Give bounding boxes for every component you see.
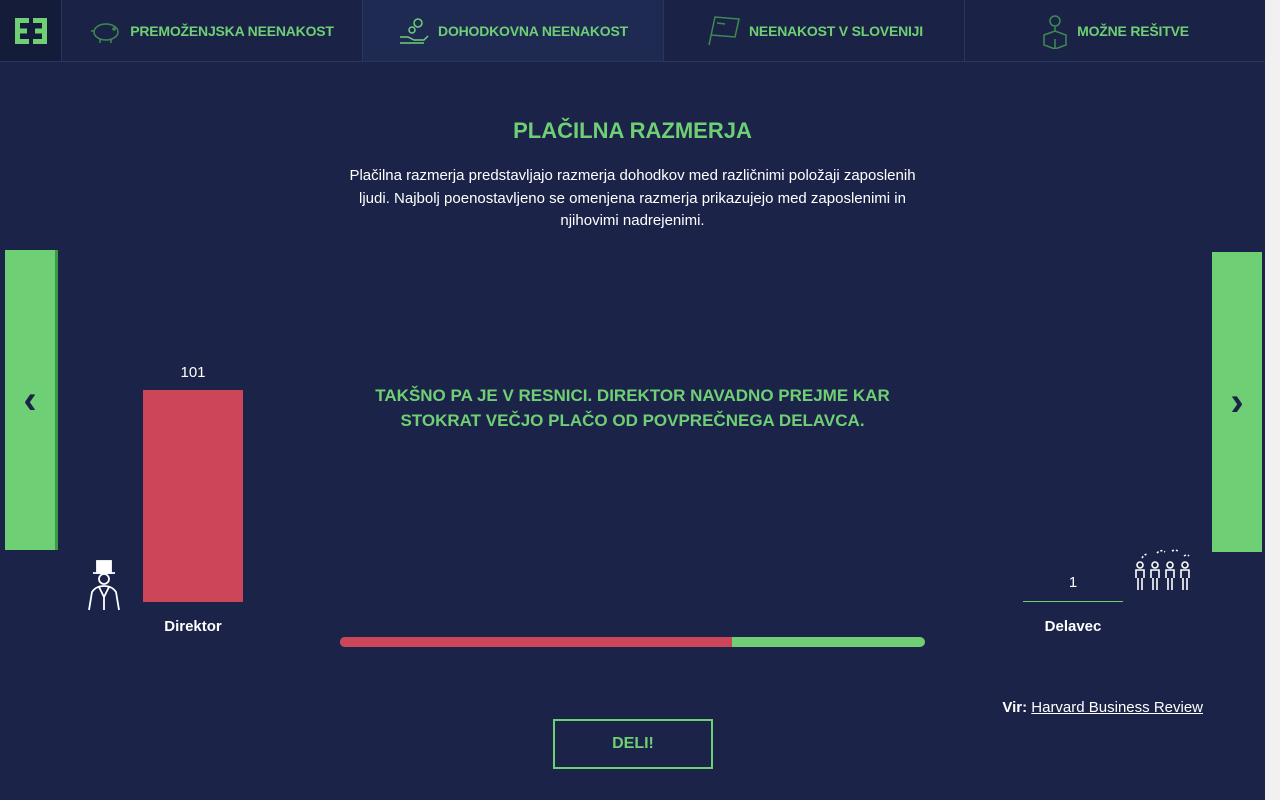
lightbulb-box-icon	[1043, 14, 1067, 49]
scrollbar[interactable]	[1265, 0, 1280, 800]
tab-label: Premoženjska neenakost	[130, 22, 334, 39]
flag-icon	[708, 15, 740, 45]
top-navigation: Premoženjska neenakost Dohodkovna neenak…	[0, 0, 1265, 62]
intro-text: Plačilna razmerja predstavljajo razmerja…	[349, 167, 916, 229]
share-button[interactable]: DELI!	[553, 719, 713, 769]
chevron-left-icon: ‹	[23, 377, 37, 422]
tab-dohodkovna-neenakost[interactable]: Dohodkovna neenakost	[362, 0, 663, 61]
next-slide-button[interactable]: ›	[1212, 252, 1262, 552]
bar-label-delavec: Delavec	[1044, 618, 1102, 635]
bar-direktor	[143, 390, 243, 602]
tab-label: Neenakost v Sloveniji	[749, 22, 923, 39]
hand-coins-icon	[400, 17, 429, 44]
progress-bar-fill	[340, 637, 732, 647]
progress-bar	[340, 637, 925, 647]
tab-premozenjska-neenakost[interactable]: Premoženjska neenakost	[61, 0, 362, 61]
previous-slide-button[interactable]: ‹	[5, 250, 55, 550]
tab-neenakost-v-sloveniji[interactable]: Neenakost v Sloveniji	[663, 0, 964, 61]
tab-label: Možne rešitve	[1077, 22, 1189, 39]
key-statement: TAKŠNO PA JE V RESNICI. DIREKTOR NAVADNO…	[375, 386, 890, 430]
chevron-right-icon: ›	[1230, 379, 1244, 424]
page-title: PLAČILNA RAZMERJA	[513, 118, 752, 143]
bar-value-delavec: 1	[1068, 574, 1078, 591]
logo-icon	[14, 17, 47, 44]
director-top-hat-icon	[88, 560, 120, 611]
bar-delavec	[1023, 601, 1123, 602]
piggy-bank-icon	[91, 22, 119, 43]
bar-value-direktor: 101	[180, 364, 206, 381]
source-prefix: Vir:	[1002, 699, 1028, 716]
logo[interactable]	[0, 0, 61, 61]
tab-label: Dohodkovna neenakost	[438, 22, 628, 39]
workers-group-icon	[1135, 549, 1190, 590]
tab-mozne-resitve[interactable]: Možne rešitve	[964, 0, 1265, 61]
bar-label-direktor: Direktor	[164, 618, 222, 635]
source-citation: Vir: Harvard Business Review	[960, 699, 1203, 716]
source-link[interactable]: Harvard Business Review	[1031, 699, 1203, 716]
